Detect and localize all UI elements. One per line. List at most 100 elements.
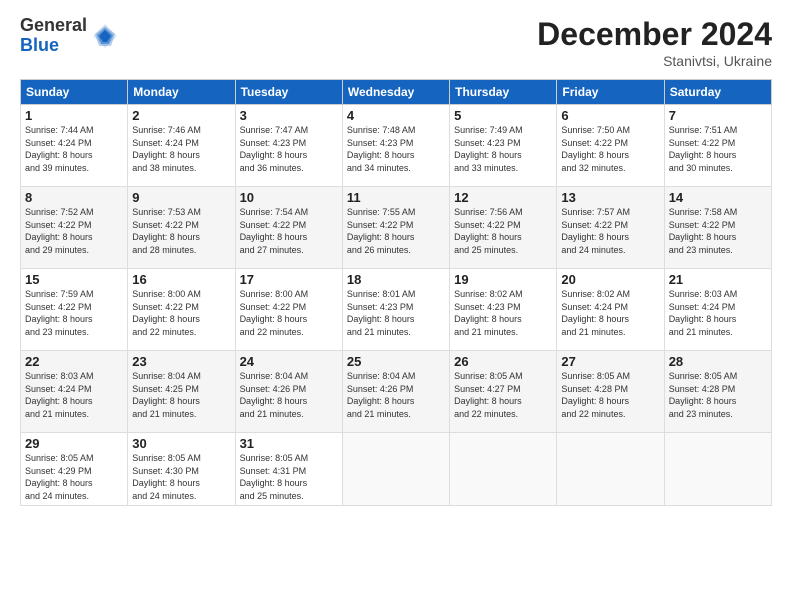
header-thursday: Thursday [450,80,557,105]
table-row: 28Sunrise: 8:05 AMSunset: 4:28 PMDayligh… [664,351,771,433]
logo-general: General [20,16,87,36]
day-number: 18 [347,272,445,287]
day-info: Sunrise: 8:00 AMSunset: 4:22 PMDaylight:… [240,288,338,338]
day-info: Sunrise: 8:05 AMSunset: 4:31 PMDaylight:… [240,452,338,502]
table-row: 21Sunrise: 8:03 AMSunset: 4:24 PMDayligh… [664,269,771,351]
day-info: Sunrise: 8:04 AMSunset: 4:25 PMDaylight:… [132,370,230,420]
day-info: Sunrise: 7:56 AMSunset: 4:22 PMDaylight:… [454,206,552,256]
day-info: Sunrise: 7:59 AMSunset: 4:22 PMDaylight:… [25,288,123,338]
table-row: 9Sunrise: 7:53 AMSunset: 4:22 PMDaylight… [128,187,235,269]
title-section: December 2024 Stanivtsi, Ukraine [537,16,772,69]
table-row: 24Sunrise: 8:04 AMSunset: 4:26 PMDayligh… [235,351,342,433]
day-number: 13 [561,190,659,205]
table-row: 8Sunrise: 7:52 AMSunset: 4:22 PMDaylight… [21,187,128,269]
day-info: Sunrise: 8:02 AMSunset: 4:23 PMDaylight:… [454,288,552,338]
day-number: 1 [25,108,123,123]
table-row: 11Sunrise: 7:55 AMSunset: 4:22 PMDayligh… [342,187,449,269]
day-info: Sunrise: 8:05 AMSunset: 4:28 PMDaylight:… [561,370,659,420]
day-number: 22 [25,354,123,369]
location: Stanivtsi, Ukraine [537,53,772,69]
day-info: Sunrise: 8:00 AMSunset: 4:22 PMDaylight:… [132,288,230,338]
day-info: Sunrise: 7:58 AMSunset: 4:22 PMDaylight:… [669,206,767,256]
header-saturday: Saturday [664,80,771,105]
table-row: 4Sunrise: 7:48 AMSunset: 4:23 PMDaylight… [342,105,449,187]
day-info: Sunrise: 8:01 AMSunset: 4:23 PMDaylight:… [347,288,445,338]
weekday-header-row: Sunday Monday Tuesday Wednesday Thursday… [21,80,772,105]
day-number: 8 [25,190,123,205]
day-info: Sunrise: 7:57 AMSunset: 4:22 PMDaylight:… [561,206,659,256]
logo-blue: Blue [20,36,87,56]
day-info: Sunrise: 8:05 AMSunset: 4:28 PMDaylight:… [669,370,767,420]
header-wednesday: Wednesday [342,80,449,105]
day-info: Sunrise: 7:47 AMSunset: 4:23 PMDaylight:… [240,124,338,174]
month-title: December 2024 [537,16,772,53]
table-row: 14Sunrise: 7:58 AMSunset: 4:22 PMDayligh… [664,187,771,269]
day-info: Sunrise: 8:04 AMSunset: 4:26 PMDaylight:… [347,370,445,420]
day-number: 26 [454,354,552,369]
day-info: Sunrise: 7:49 AMSunset: 4:23 PMDaylight:… [454,124,552,174]
table-row: 22Sunrise: 8:03 AMSunset: 4:24 PMDayligh… [21,351,128,433]
table-row: 25Sunrise: 8:04 AMSunset: 4:26 PMDayligh… [342,351,449,433]
page: General Blue December 2024 Stanivtsi, Uk… [0,0,792,612]
table-row: 27Sunrise: 8:05 AMSunset: 4:28 PMDayligh… [557,351,664,433]
day-number: 27 [561,354,659,369]
day-info: Sunrise: 8:05 AMSunset: 4:29 PMDaylight:… [25,452,123,502]
day-number: 20 [561,272,659,287]
table-row [557,433,664,506]
header-tuesday: Tuesday [235,80,342,105]
day-number: 25 [347,354,445,369]
table-row: 6Sunrise: 7:50 AMSunset: 4:22 PMDaylight… [557,105,664,187]
day-number: 2 [132,108,230,123]
day-number: 7 [669,108,767,123]
logo-text: General Blue [20,16,87,56]
table-row: 13Sunrise: 7:57 AMSunset: 4:22 PMDayligh… [557,187,664,269]
day-number: 9 [132,190,230,205]
table-row: 26Sunrise: 8:05 AMSunset: 4:27 PMDayligh… [450,351,557,433]
day-number: 11 [347,190,445,205]
calendar: Sunday Monday Tuesday Wednesday Thursday… [20,79,772,506]
table-row: 3Sunrise: 7:47 AMSunset: 4:23 PMDaylight… [235,105,342,187]
day-info: Sunrise: 8:03 AMSunset: 4:24 PMDaylight:… [25,370,123,420]
table-row [342,433,449,506]
day-info: Sunrise: 7:50 AMSunset: 4:22 PMDaylight:… [561,124,659,174]
day-number: 21 [669,272,767,287]
table-row: 16Sunrise: 8:00 AMSunset: 4:22 PMDayligh… [128,269,235,351]
day-info: Sunrise: 7:51 AMSunset: 4:22 PMDaylight:… [669,124,767,174]
day-info: Sunrise: 8:05 AMSunset: 4:27 PMDaylight:… [454,370,552,420]
table-row: 19Sunrise: 8:02 AMSunset: 4:23 PMDayligh… [450,269,557,351]
table-row: 2Sunrise: 7:46 AMSunset: 4:24 PMDaylight… [128,105,235,187]
table-row: 30Sunrise: 8:05 AMSunset: 4:30 PMDayligh… [128,433,235,506]
day-number: 4 [347,108,445,123]
table-row: 18Sunrise: 8:01 AMSunset: 4:23 PMDayligh… [342,269,449,351]
table-row: 1Sunrise: 7:44 AMSunset: 4:24 PMDaylight… [21,105,128,187]
day-number: 14 [669,190,767,205]
logo: General Blue [20,16,119,56]
day-info: Sunrise: 8:02 AMSunset: 4:24 PMDaylight:… [561,288,659,338]
header-friday: Friday [557,80,664,105]
table-row: 31Sunrise: 8:05 AMSunset: 4:31 PMDayligh… [235,433,342,506]
day-number: 12 [454,190,552,205]
day-info: Sunrise: 7:46 AMSunset: 4:24 PMDaylight:… [132,124,230,174]
day-info: Sunrise: 7:54 AMSunset: 4:22 PMDaylight:… [240,206,338,256]
table-row: 12Sunrise: 7:56 AMSunset: 4:22 PMDayligh… [450,187,557,269]
day-number: 10 [240,190,338,205]
day-info: Sunrise: 7:44 AMSunset: 4:24 PMDaylight:… [25,124,123,174]
day-info: Sunrise: 7:48 AMSunset: 4:23 PMDaylight:… [347,124,445,174]
table-row: 15Sunrise: 7:59 AMSunset: 4:22 PMDayligh… [21,269,128,351]
day-number: 24 [240,354,338,369]
day-number: 23 [132,354,230,369]
table-row: 17Sunrise: 8:00 AMSunset: 4:22 PMDayligh… [235,269,342,351]
day-number: 3 [240,108,338,123]
table-row: 20Sunrise: 8:02 AMSunset: 4:24 PMDayligh… [557,269,664,351]
table-row [450,433,557,506]
table-row [664,433,771,506]
day-number: 17 [240,272,338,287]
day-number: 5 [454,108,552,123]
table-row: 29Sunrise: 8:05 AMSunset: 4:29 PMDayligh… [21,433,128,506]
day-info: Sunrise: 7:52 AMSunset: 4:22 PMDaylight:… [25,206,123,256]
header-monday: Monday [128,80,235,105]
day-number: 19 [454,272,552,287]
day-number: 29 [25,436,123,451]
day-number: 15 [25,272,123,287]
header: General Blue December 2024 Stanivtsi, Uk… [20,16,772,69]
